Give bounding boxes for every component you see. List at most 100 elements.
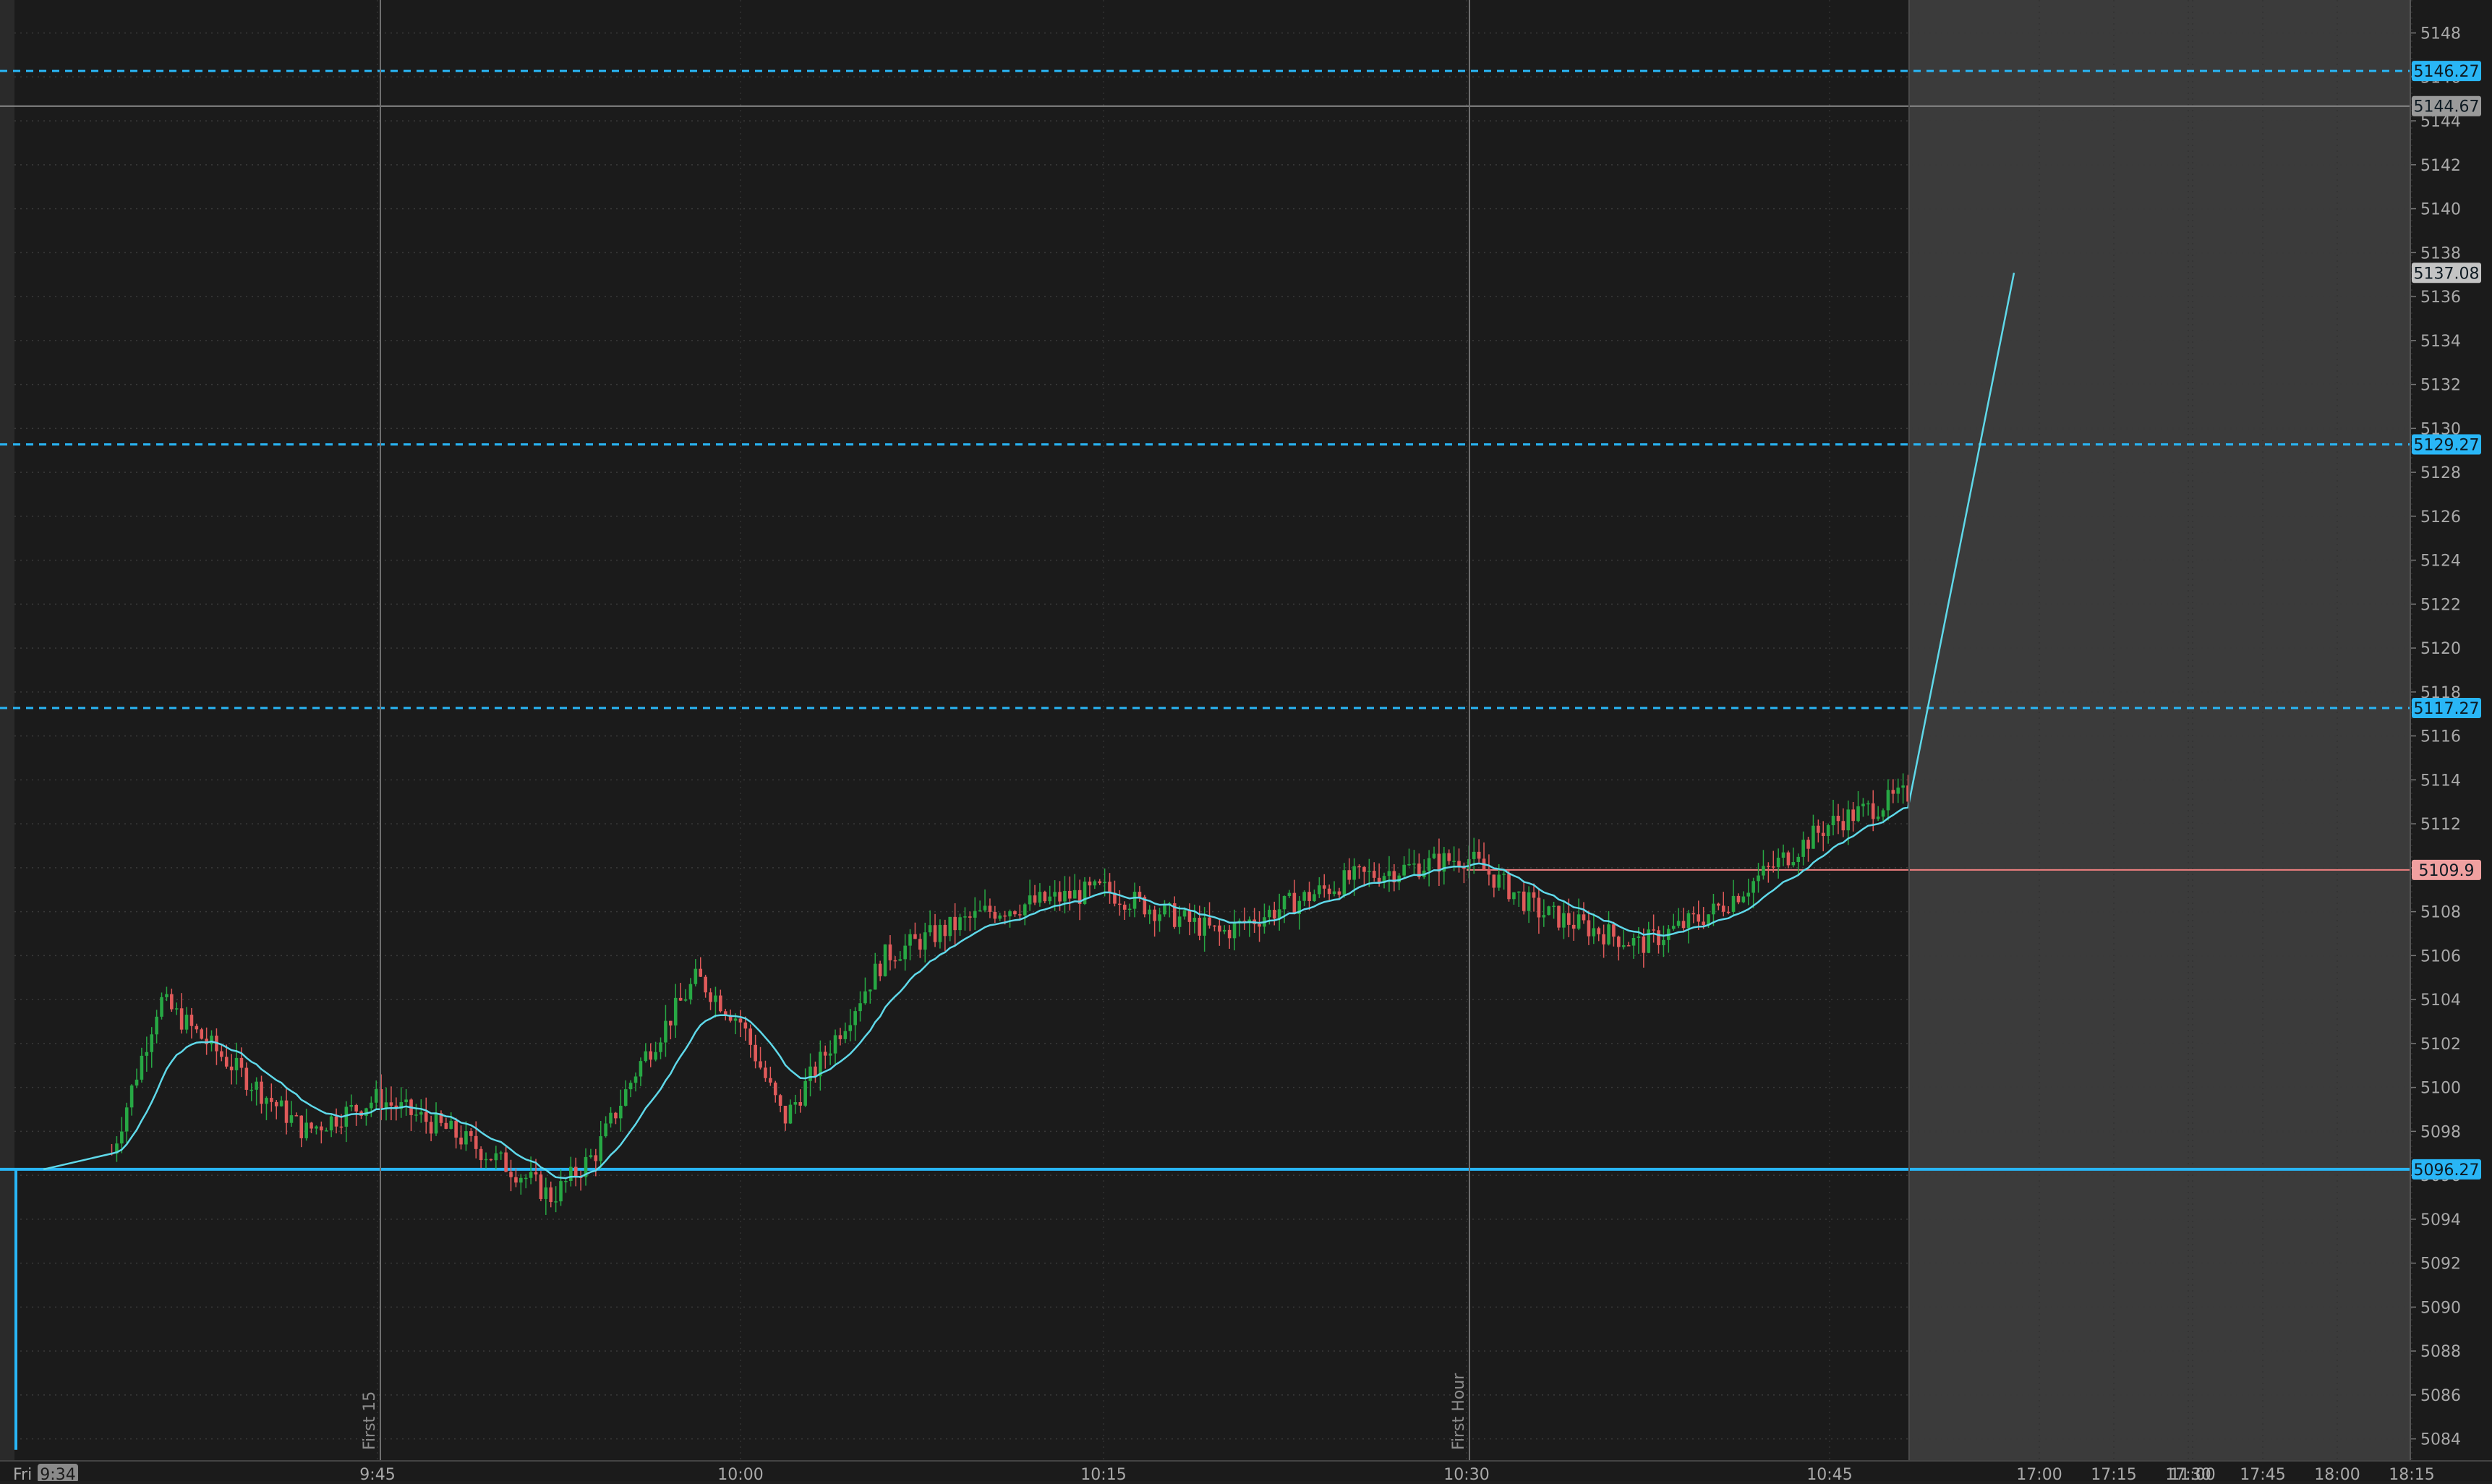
price-level-label: 5144.67 [2414, 98, 2480, 116]
candle-body [1432, 853, 1436, 858]
candle-body [1557, 905, 1561, 928]
candle-body [429, 1122, 433, 1134]
candle-body [1053, 892, 1057, 897]
y-tick-label: 5112 [2420, 816, 2461, 834]
candle-body [1821, 832, 1825, 837]
candle-body [1302, 892, 1306, 901]
candle-body [1527, 892, 1531, 911]
candle-body [419, 1112, 423, 1115]
candle-body [1851, 809, 1855, 822]
candle-body [1203, 917, 1206, 936]
candle-body [414, 1114, 418, 1116]
y-tick-label: 5100 [2420, 1080, 2461, 1098]
candle-body [274, 1101, 278, 1106]
candle-body [808, 1066, 812, 1081]
price-chart[interactable]: First 15First Hour Hi: 5140.33 508450865… [0, 0, 2492, 1484]
candle-body [1387, 871, 1391, 877]
candle-body [1712, 903, 1715, 915]
candle-body [1537, 897, 1541, 918]
candle-body [1347, 870, 1352, 880]
candle-body [1058, 892, 1062, 902]
chart-canvas[interactable]: First 15First Hour Hi: 5140.33 508450865… [0, 0, 2492, 1484]
candle-body [354, 1105, 358, 1112]
candle-body [958, 917, 962, 931]
candle-body [1048, 896, 1052, 902]
candle-body [733, 1018, 738, 1021]
candle-body [1717, 903, 1720, 906]
candle-body [1547, 906, 1551, 916]
candle-body [569, 1167, 573, 1181]
candle-body [1896, 788, 1900, 794]
x-tick-label: 10:00 [717, 1466, 763, 1481]
candle-body [1003, 915, 1007, 917]
x-tick-label: 10:30 [1443, 1466, 1489, 1481]
x-tick-label: 17:15 [2091, 1466, 2136, 1481]
candle-body [1208, 917, 1211, 926]
candle-body [1063, 890, 1067, 902]
x-tick-label: 18:00 [2314, 1466, 2360, 1481]
candle-body [1871, 803, 1875, 819]
candle-body [764, 1067, 767, 1078]
candle-body [1313, 894, 1316, 901]
candle-body [769, 1078, 772, 1083]
candle-body [179, 1008, 184, 1030]
x-tick-label: 9:45 [359, 1466, 395, 1481]
candle-body [1327, 888, 1331, 895]
after-hours-region [1909, 0, 2410, 1461]
candle-body [1372, 871, 1376, 878]
candle-body [1018, 914, 1022, 916]
candle-body [554, 1201, 558, 1203]
candle-body [1148, 909, 1152, 915]
candle-body [993, 911, 997, 919]
candle-body [1676, 921, 1681, 926]
candle-body [1447, 853, 1451, 861]
candle-body [639, 1061, 643, 1077]
candle-body [1801, 840, 1805, 857]
candle-body [1332, 891, 1336, 895]
candle-body [160, 997, 163, 1017]
candle-body [1287, 892, 1292, 896]
candle-body [898, 959, 903, 961]
candle-body [454, 1120, 458, 1138]
candle-body [1617, 937, 1621, 947]
y-tick-label: 5142 [2420, 157, 2461, 175]
candle-body [1487, 869, 1491, 875]
candle-body [1647, 929, 1651, 953]
candle-body [189, 1015, 194, 1026]
candle-body [539, 1174, 543, 1199]
candle-body [364, 1108, 368, 1116]
candle-body [1292, 892, 1297, 914]
candle-body [793, 1101, 798, 1105]
candle-body [1492, 874, 1496, 888]
candle-body [1757, 875, 1760, 882]
candle-body [573, 1167, 578, 1177]
candle-body [1587, 920, 1591, 937]
candle-body [220, 1051, 223, 1057]
candle-body [1542, 915, 1546, 918]
candle-body [150, 1034, 154, 1052]
candle-body [628, 1083, 633, 1090]
y-tick-label: 5104 [2420, 992, 2461, 1010]
candle-body [669, 1020, 673, 1025]
y-tick-label: 5088 [2420, 1343, 2461, 1361]
candle-body [1642, 936, 1646, 953]
candle-body [1826, 825, 1830, 837]
candle-body [469, 1131, 473, 1136]
candle-body [1268, 910, 1271, 918]
candle-body [1497, 874, 1501, 888]
session-marker-label: First Hour [1450, 1373, 1468, 1450]
candle-body [449, 1120, 453, 1129]
candle-body [1621, 945, 1626, 947]
candle-body [265, 1098, 268, 1104]
candle-body [1227, 929, 1232, 939]
y-tick-label: 5128 [2420, 464, 2461, 482]
candle-body [1258, 924, 1261, 927]
candle-body [1472, 851, 1476, 859]
candle-body [1108, 882, 1111, 893]
y-tick-label: 5134 [2420, 333, 2461, 351]
candle-body [184, 1015, 189, 1030]
candle-body [1307, 892, 1311, 901]
y-tick-label: 5136 [2420, 289, 2461, 307]
candle-body [953, 916, 957, 931]
candle-body [738, 1018, 743, 1023]
